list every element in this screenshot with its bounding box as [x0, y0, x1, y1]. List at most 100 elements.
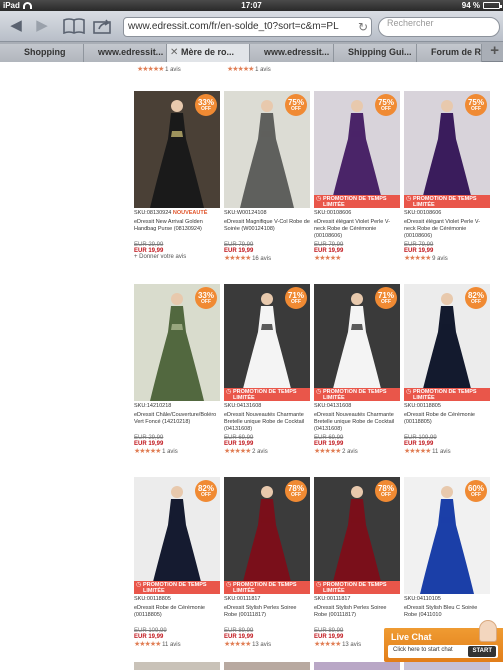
rating-row: ★★★★★ 2 avis	[314, 447, 400, 455]
product-name[interactable]: eDressit élégant Violet Perle V-neck Rob…	[404, 219, 490, 240]
review-count: 1 avis	[255, 67, 271, 73]
share-icon[interactable]	[91, 15, 115, 37]
new-tab-plus-icon[interactable]: +	[490, 42, 499, 59]
discount-badge: 82% OFF	[465, 287, 487, 309]
product-sku-line: SKU:04110105	[404, 596, 490, 602]
chat-agent-avatar	[479, 620, 497, 642]
product-image[interactable]: 78%OFF PROMOTION DE TEMPS LIMITÉE	[314, 477, 400, 594]
promo-banner: PROMOTION DE TEMPS LIMITÉE	[224, 388, 310, 401]
live-chat-text: Click here to start chat	[393, 647, 453, 653]
forward-arrow-icon[interactable]: ▶	[31, 15, 53, 37]
discount-badge: 82% OFF	[195, 480, 217, 502]
clock: 17:07	[241, 1, 262, 10]
back-arrow-icon[interactable]: ◀	[5, 15, 27, 37]
discount-off-label: OFF	[381, 492, 391, 498]
review-count: 1 avis	[165, 67, 181, 73]
product-name[interactable]: eDressit Stylish Perles Soiree Robe (001…	[314, 605, 400, 626]
product-name[interactable]: eDressit Châle/Couverture/Boléro Vert Fo…	[134, 412, 220, 433]
product-sku-line: SKU:08130924 NOUVEAUTÉ	[134, 210, 220, 216]
product-card[interactable]: 82%OFF PROMOTION DE TEMPS LIMITÉE SKU:0011…	[404, 284, 490, 455]
tab-label: www.edressit...	[264, 47, 330, 57]
product-card[interactable]: 60% OFF SKU:04110105 eDressit Stylish Bleu…	[404, 477, 490, 636]
product-name[interactable]: eDressit élégant Violet Perle V-neck Rob…	[314, 219, 400, 240]
product-sku: SKU:00108606	[314, 210, 352, 216]
product-card[interactable]: 71%OFF PROMOTION DE TEMPS LIMITÉE SKU:0413…	[314, 284, 400, 455]
address-bar[interactable]: www.edressit.com/fr/en-solde_t0?sort=c&m…	[123, 17, 372, 37]
product-image[interactable]: 82%OFF PROMOTION DE TEMPS LIMITÉE	[404, 284, 490, 401]
product-sku-line: SKU:04131608	[314, 403, 400, 409]
discount-off-label: OFF	[291, 106, 301, 112]
next-row-thumbnail[interactable]	[314, 662, 400, 670]
tab-edressit-1[interactable]: www.edressit...	[84, 44, 167, 62]
rating-row: ★★★★★ 11 avis	[404, 447, 490, 455]
search-input[interactable]: Rechercher	[378, 17, 500, 37]
product-card[interactable]: 78%OFF PROMOTION DE TEMPS LIMITÉE SKU:0011…	[224, 477, 310, 648]
product-name[interactable]: eDressit Robe de Cérémonie (00118805)	[134, 605, 220, 626]
product-name[interactable]: eDressit Stylish Bleu C Soirée Robe (041…	[404, 605, 490, 626]
next-row-thumbnail[interactable]	[404, 662, 490, 670]
product-sku: SKU:00118805	[134, 596, 171, 602]
product-image[interactable]: 75%OFF PROMOTION DE TEMPS LIMITÉE	[404, 91, 490, 208]
rating-stars-icon: ★★★★★	[227, 66, 254, 73]
discount-off-label: OFF	[201, 106, 211, 112]
bookmarks-icon[interactable]	[60, 15, 88, 37]
review-count: 11 avis	[162, 642, 181, 648]
tab-mere-de-robe[interactable]: ✕ Mère de ro...	[167, 44, 250, 62]
ipad-safari-window: iPad 17:07 94 % ◀ ▶ www.edressit.com/fr/…	[0, 0, 503, 670]
product-card[interactable]: 71%OFF PROMOTION DE TEMPS LIMITÉE SKU:0413…	[224, 284, 310, 455]
product-sku: SKU:08130924	[134, 210, 172, 216]
page-content: ★★★★★ 1 avis ★★★★★ 1 avis 33% OFF SKU:0813…	[0, 62, 503, 670]
search-placeholder: Rechercher	[387, 18, 434, 28]
product-image[interactable]: 78%OFF PROMOTION DE TEMPS LIMITÉE	[224, 477, 310, 594]
product-image[interactable]: 71%OFF PROMOTION DE TEMPS LIMITÉE	[314, 284, 400, 401]
discount-badge: 60% OFF	[465, 480, 487, 502]
product-name[interactable]: eDressit New Arrival Golden Handbag Purs…	[134, 219, 220, 240]
promo-banner: PROMOTION DE TEMPS LIMITÉE	[314, 581, 400, 594]
product-name[interactable]: eDressit Nouveautés Charmante Bretelle u…	[224, 412, 310, 433]
rating-stars-icon: ★★★★★	[137, 66, 164, 73]
live-chat-widget[interactable]: Live Chat Click here to start chat START	[384, 620, 503, 662]
product-card[interactable]: 78%OFF PROMOTION DE TEMPS LIMITÉE SKU:0011…	[314, 477, 400, 648]
rating-stars-icon: ★★★★★	[404, 255, 431, 262]
product-card[interactable]: 82%OFF PROMOTION DE TEMPS LIMITÉE SKU:0011…	[134, 477, 220, 648]
reload-icon[interactable]: ↻	[358, 18, 368, 36]
product-name[interactable]: eDressit Nouveautés Charmante Bretelle u…	[314, 412, 400, 433]
product-card[interactable]: 33% OFF SKU:14210218 eDressit Châle/Couver…	[134, 284, 220, 455]
tab-shipping-guide[interactable]: Shipping Gui...	[334, 44, 417, 62]
product-image[interactable]: 60% OFF	[404, 477, 490, 594]
review-count: 2 avis	[342, 449, 358, 455]
product-image[interactable]: 71%OFF PROMOTION DE TEMPS LIMITÉE	[224, 284, 310, 401]
close-icon[interactable]: ✕	[170, 44, 178, 61]
rating-row: ★★★★★ 13 avis	[224, 640, 310, 648]
browser-toolbar: ◀ ▶ www.edressit.com/fr/en-solde_t0?sort…	[0, 11, 503, 42]
start-chat-button[interactable]: START	[468, 646, 496, 657]
live-chat-bar[interactable]: Click here to start chat START	[388, 645, 498, 658]
product-image[interactable]: 33% OFF	[134, 91, 220, 208]
review-count: 11 avis	[432, 449, 451, 455]
product-image[interactable]: 33% OFF	[134, 284, 220, 401]
rating-stars-icon: ★★★★★	[314, 641, 341, 648]
product-name[interactable]: eDressit Stylish Perles Soiree Robe (001…	[224, 605, 310, 626]
product-card[interactable]: 33% OFF SKU:08130924 NOUVEAUTÉ eDressit New…	[134, 91, 220, 260]
url-text: www.edressit.com/fr/en-solde_t0?sort=c&m…	[128, 21, 339, 32]
tab-edressit-2[interactable]: www.edressit...	[250, 44, 334, 62]
tab-shopping[interactable]: Shopping	[0, 44, 84, 62]
tab-forum[interactable]: Forum de Re...	[417, 44, 482, 62]
next-row-thumbnail[interactable]	[134, 662, 220, 670]
next-row-thumbnail[interactable]	[224, 662, 310, 670]
tab-label: Shipping Gui...	[348, 47, 412, 57]
product-card[interactable]: 75%OFF PROMOTION DE TEMPS LIMITÉE SKU:0010…	[404, 91, 490, 262]
product-card[interactable]: 75% OFF SKU:W00124108 eDressit Magnifique …	[224, 91, 310, 262]
product-image[interactable]: 82%OFF PROMOTION DE TEMPS LIMITÉE	[134, 477, 220, 594]
product-image[interactable]: 75% OFF	[224, 91, 310, 208]
promo-banner: PROMOTION DE TEMPS LIMITÉE	[134, 581, 220, 594]
product-sku-line: SKU:14210218	[134, 403, 220, 409]
product-name[interactable]: eDressit Magnifique V-Col Robe de Soirée…	[224, 219, 310, 240]
product-sku: SKU:W00124108	[224, 210, 267, 216]
top-row-rating-2: ★★★★★ 1 avis	[227, 65, 271, 73]
rating-row: ★★★★★	[314, 254, 400, 262]
product-image[interactable]: 75%OFF PROMOTION DE TEMPS LIMITÉE	[314, 91, 400, 208]
promo-banner: PROMOTION DE TEMPS LIMITÉE	[404, 195, 490, 208]
product-name[interactable]: eDressit Robe de Cérémonie (00118805)	[404, 412, 490, 433]
product-card[interactable]: 75%OFF PROMOTION DE TEMPS LIMITÉE SKU:0010…	[314, 91, 400, 262]
